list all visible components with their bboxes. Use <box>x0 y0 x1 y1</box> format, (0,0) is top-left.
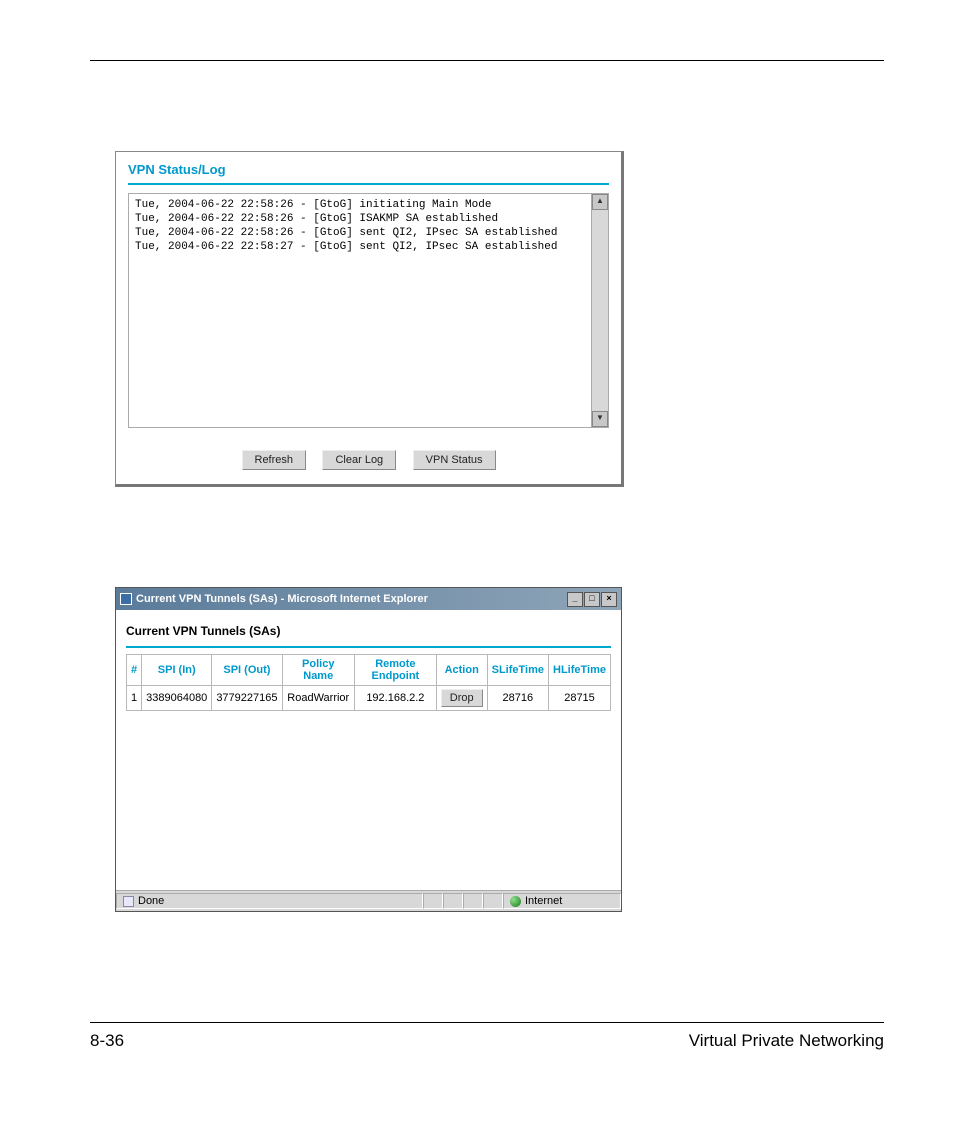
cell-policy: RoadWarrior <box>282 686 354 711</box>
internet-zone-icon <box>510 896 521 907</box>
ie-titlebar[interactable]: Current VPN Tunnels (SAs) - Microsoft In… <box>116 588 621 610</box>
page-top-rule <box>90 60 884 61</box>
col-remote: Remote Endpoint <box>354 655 436 686</box>
cell-slife: 28716 <box>487 686 548 711</box>
cell-action: Drop <box>436 686 487 711</box>
status-sep4 <box>483 893 503 909</box>
cell-num: 1 <box>127 686 142 711</box>
col-policy: Policy Name <box>282 655 354 686</box>
col-action: Action <box>436 655 487 686</box>
panel1-divider <box>128 183 609 185</box>
log-content: Tue, 2004-06-22 22:58:26 - [GtoG] initia… <box>129 194 592 427</box>
cell-hlife: 28715 <box>549 686 611 711</box>
col-num: # <box>127 655 142 686</box>
ie-app-icon <box>120 593 132 605</box>
drop-button[interactable]: Drop <box>441 689 483 707</box>
refresh-button[interactable]: Refresh <box>242 450 307 470</box>
tunnels-heading: Current VPN Tunnels (SAs) <box>126 624 611 638</box>
status-sep1 <box>423 893 443 909</box>
vpn-status-log-title: VPN Status/Log <box>128 162 609 177</box>
log-scrollbar[interactable]: ▲ ▼ <box>591 194 608 427</box>
status-done: Done <box>116 893 423 909</box>
cell-spi-out: 3779227165 <box>212 686 282 711</box>
col-slife: SLifeTime <box>487 655 548 686</box>
scroll-up-button[interactable]: ▲ <box>592 194 608 210</box>
maximize-button[interactable]: □ <box>584 592 600 607</box>
status-zone: Internet <box>503 893 621 909</box>
ie-window: Current VPN Tunnels (SAs) - Microsoft In… <box>115 587 622 912</box>
log-textarea[interactable]: Tue, 2004-06-22 22:58:26 - [GtoG] initia… <box>128 193 609 428</box>
page-footer: 8-36 Virtual Private Networking <box>90 1022 884 1051</box>
ie-window-title: Current VPN Tunnels (SAs) - Microsoft In… <box>136 593 428 605</box>
clear-log-button[interactable]: Clear Log <box>322 450 396 470</box>
vpn-status-button[interactable]: VPN Status <box>413 450 496 470</box>
close-button[interactable]: × <box>601 592 617 607</box>
col-spi-out: SPI (Out) <box>212 655 282 686</box>
table-row: 1 3389064080 3779227165 RoadWarrior 192.… <box>127 686 611 711</box>
col-hlife: HLifeTime <box>549 655 611 686</box>
col-spi-in: SPI (In) <box>142 655 212 686</box>
minimize-button[interactable]: _ <box>567 592 583 607</box>
chapter-title: Virtual Private Networking <box>689 1031 884 1051</box>
vpn-status-log-panel: VPN Status/Log Tue, 2004-06-22 22:58:26 … <box>115 151 624 487</box>
cell-spi-in: 3389064080 <box>142 686 212 711</box>
page-icon <box>123 896 134 907</box>
ie-content-area: Current VPN Tunnels (SAs) # SPI (In) SPI… <box>116 610 621 890</box>
scroll-down-button[interactable]: ▼ <box>592 411 608 427</box>
vpn-tunnels-table: # SPI (In) SPI (Out) Policy Name Remote … <box>126 654 611 711</box>
panel2-divider <box>126 646 611 648</box>
status-sep2 <box>443 893 463 909</box>
status-sep3 <box>463 893 483 909</box>
ie-statusbar: Done Internet <box>116 890 621 911</box>
cell-remote: 192.168.2.2 <box>354 686 436 711</box>
page-number: 8-36 <box>90 1031 124 1051</box>
